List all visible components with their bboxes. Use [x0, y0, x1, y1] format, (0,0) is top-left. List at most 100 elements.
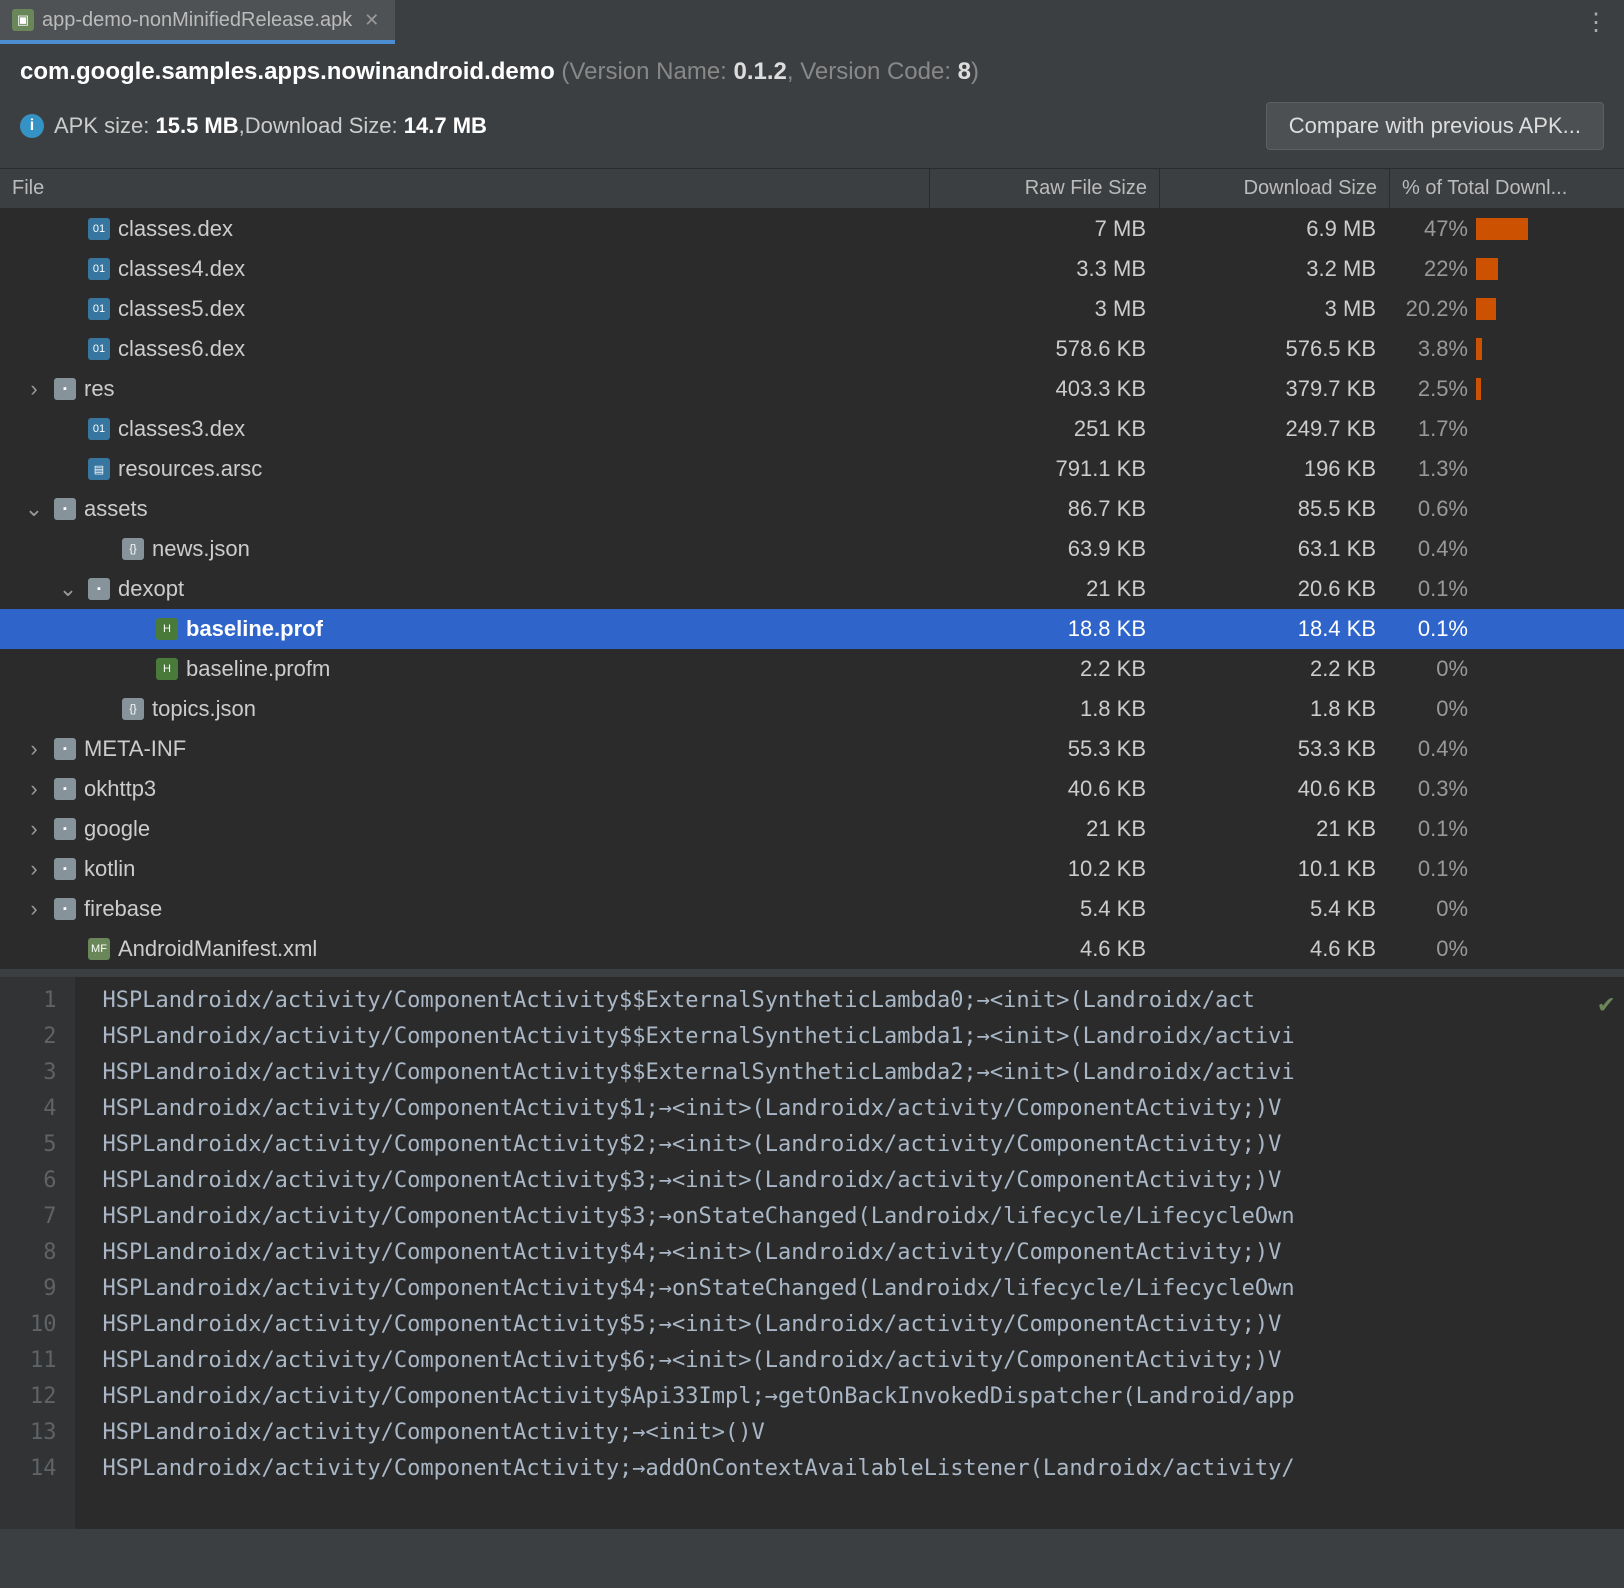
table-row[interactable]: Hbaseline.profm2.2 KB2.2 KB0% [0, 649, 1624, 689]
file-name: baseline.profm [186, 656, 330, 682]
code-line: HSPLandroidx/activity/ComponentActivity$… [103, 1235, 1624, 1271]
table-row[interactable]: ⌄▪assets86.7 KB85.5 KB0.6% [0, 489, 1624, 529]
raw-size: 403.3 KB [930, 376, 1160, 402]
editor-gutter: 1234567891011121314 [0, 977, 75, 1529]
chevron-right-icon[interactable]: › [22, 736, 46, 762]
raw-size: 7 MB [930, 216, 1160, 242]
table-row[interactable]: 01classes6.dex578.6 KB576.5 KB3.8% [0, 329, 1624, 369]
folder-icon: ▪ [54, 378, 76, 400]
info-icon: i [20, 114, 44, 138]
dex-icon: 01 [88, 298, 110, 320]
file-name: resources.arsc [118, 456, 262, 482]
file-name: google [84, 816, 150, 842]
code-line: HSPLandroidx/activity/ComponentActivity$… [103, 1163, 1624, 1199]
chevron-right-icon[interactable]: › [22, 816, 46, 842]
percent-text: 47% [1396, 216, 1468, 242]
percent-bar [1476, 378, 1481, 400]
raw-size: 5.4 KB [930, 896, 1160, 922]
close-icon[interactable]: ✕ [360, 10, 383, 31]
download-size: 379.7 KB [1160, 376, 1390, 402]
compare-button[interactable]: Compare with previous APK... [1266, 102, 1604, 150]
percent-text: 0.1% [1396, 616, 1468, 642]
file-tree[interactable]: 01classes.dex7 MB6.9 MB47%01classes4.dex… [0, 209, 1624, 969]
version-code-value: 8 [958, 58, 971, 85]
table-row[interactable]: ›▪kotlin10.2 KB10.1 KB0.1% [0, 849, 1624, 889]
chevron-right-icon[interactable]: › [22, 776, 46, 802]
file-content-editor[interactable]: 1234567891011121314 HSPLandroidx/activit… [0, 969, 1624, 1529]
chevron-right-icon[interactable]: › [22, 896, 46, 922]
percent-bar [1476, 258, 1498, 280]
checkmark-icon: ✔ [1598, 989, 1614, 1019]
table-row[interactable]: Hbaseline.prof18.8 KB18.4 KB0.1% [0, 609, 1624, 649]
file-name: news.json [152, 536, 250, 562]
code-line: HSPLandroidx/activity/ComponentActivity$… [103, 1091, 1624, 1127]
chevron-right-icon[interactable]: › [22, 376, 46, 402]
prof-icon: H [156, 658, 178, 680]
table-row[interactable]: 01classes.dex7 MB6.9 MB47% [0, 209, 1624, 249]
line-number: 4 [30, 1091, 57, 1127]
table-row[interactable]: ⌄▪dexopt21 KB20.6 KB0.1% [0, 569, 1624, 609]
folder-icon: ▪ [88, 578, 110, 600]
table-row[interactable]: ›▪okhttp340.6 KB40.6 KB0.3% [0, 769, 1624, 809]
raw-size: 55.3 KB [930, 736, 1160, 762]
code-line: HSPLandroidx/activity/ComponentActivity$… [103, 1055, 1624, 1091]
download-size-label: Download Size: [245, 113, 398, 139]
col-file-header[interactable]: File [0, 169, 930, 208]
table-row[interactable]: 01classes3.dex251 KB249.7 KB1.7% [0, 409, 1624, 449]
file-name: okhttp3 [84, 776, 156, 802]
package-name: com.google.samples.apps.nowinandroid.dem… [20, 58, 555, 85]
raw-size: 2.2 KB [930, 656, 1160, 682]
col-pct-header[interactable]: % of Total Downl... [1390, 169, 1624, 208]
percent-text: 3.8% [1396, 336, 1468, 362]
table-row[interactable]: ›▪google21 KB21 KB0.1% [0, 809, 1624, 849]
table-row[interactable]: ›▪META-INF55.3 KB53.3 KB0.4% [0, 729, 1624, 769]
col-dl-header[interactable]: Download Size [1160, 169, 1390, 208]
table-row[interactable]: 01classes5.dex3 MB3 MB20.2% [0, 289, 1624, 329]
folder-icon: ▪ [54, 738, 76, 760]
dex-icon: 01 [88, 258, 110, 280]
chevron-right-icon[interactable]: › [22, 856, 46, 882]
json-icon: {} [122, 698, 144, 720]
file-name: topics.json [152, 696, 256, 722]
download-size: 53.3 KB [1160, 736, 1390, 762]
file-name: assets [84, 496, 148, 522]
table-row[interactable]: 01classes4.dex3.3 MB3.2 MB22% [0, 249, 1624, 289]
table-header: File Raw File Size Download Size % of To… [0, 168, 1624, 209]
kebab-menu-icon[interactable]: ⋮ [1584, 8, 1608, 37]
percent-text: 1.7% [1396, 416, 1468, 442]
line-number: 7 [30, 1199, 57, 1235]
table-row[interactable]: {}news.json63.9 KB63.1 KB0.4% [0, 529, 1624, 569]
file-name: classes6.dex [118, 336, 245, 362]
download-size: 40.6 KB [1160, 776, 1390, 802]
dex-icon: 01 [88, 418, 110, 440]
file-name: classes.dex [118, 216, 233, 242]
tab-apk-analyzer[interactable]: ▣ app-demo-nonMinifiedRelease.apk ✕ [0, 0, 395, 44]
raw-size: 791.1 KB [930, 456, 1160, 482]
download-size: 21 KB [1160, 816, 1390, 842]
raw-size: 578.6 KB [930, 336, 1160, 362]
percent-bar [1476, 298, 1496, 320]
table-row[interactable]: {}topics.json1.8 KB1.8 KB0% [0, 689, 1624, 729]
line-number: 3 [30, 1055, 57, 1091]
editor-code[interactable]: HSPLandroidx/activity/ComponentActivity$… [75, 977, 1624, 1529]
apk-size-value: 15.5 MB [156, 113, 239, 139]
chevron-down-icon[interactable]: ⌄ [22, 496, 46, 522]
file-name: classes3.dex [118, 416, 245, 442]
table-row[interactable]: ›▪res403.3 KB379.7 KB2.5% [0, 369, 1624, 409]
apk-icon: ▣ [12, 9, 34, 31]
col-raw-header[interactable]: Raw File Size [930, 169, 1160, 208]
table-row[interactable]: MFAndroidManifest.xml4.6 KB4.6 KB0% [0, 929, 1624, 969]
percent-text: 0% [1396, 896, 1468, 922]
raw-size: 251 KB [930, 416, 1160, 442]
table-row[interactable]: ›▪firebase5.4 KB5.4 KB0% [0, 889, 1624, 929]
line-number: 11 [30, 1343, 57, 1379]
file-name: dexopt [118, 576, 184, 602]
dex-icon: 01 [88, 218, 110, 240]
table-row[interactable]: ▤resources.arsc791.1 KB196 KB1.3% [0, 449, 1624, 489]
raw-size: 40.6 KB [930, 776, 1160, 802]
chevron-down-icon[interactable]: ⌄ [56, 576, 80, 602]
tab-bar: ▣ app-demo-nonMinifiedRelease.apk ✕ ⋮ [0, 0, 1624, 44]
percent-text: 0.6% [1396, 496, 1468, 522]
code-line: HSPLandroidx/activity/ComponentActivity$… [103, 1127, 1624, 1163]
raw-size: 63.9 KB [930, 536, 1160, 562]
